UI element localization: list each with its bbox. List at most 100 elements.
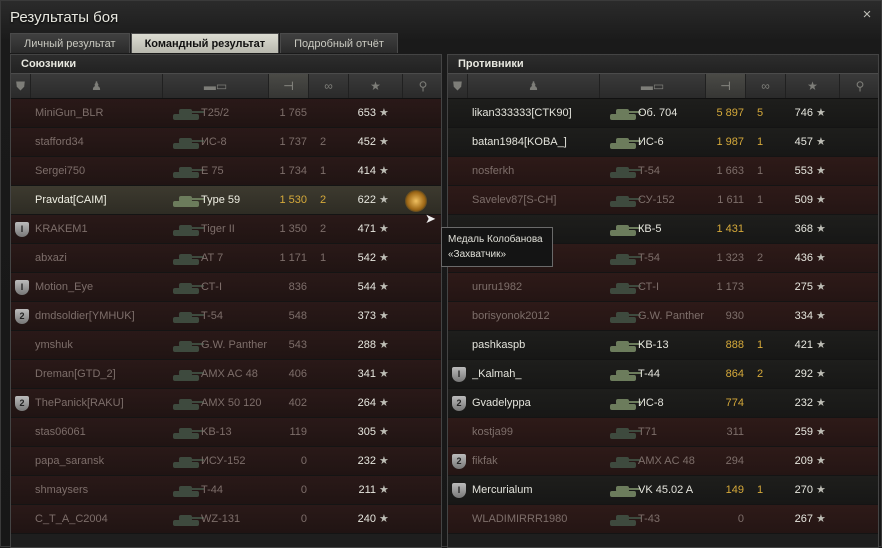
squad-badge-icon: 2 <box>452 454 466 469</box>
xp-value: 622 <box>357 194 376 206</box>
damage-icon[interactable]: ⊣ <box>269 74 309 98</box>
star-icon: ★ <box>379 252 389 264</box>
kills-value: 1 <box>319 252 327 264</box>
player-row[interactable]: shmaysers T-44 0 211 ★ <box>11 476 441 505</box>
tank-icon[interactable]: ▬▭ <box>600 74 706 98</box>
player-name: KRAKEM1 <box>35 223 88 235</box>
player-row[interactable]: papa_saransk ИСУ-152 0 232 ★ <box>11 447 441 476</box>
kills-value: 1 <box>756 484 764 496</box>
tank-icon <box>173 515 204 526</box>
kills-value: 2 <box>319 194 327 206</box>
squad-badge-icon: 2 <box>15 396 29 411</box>
tab-detailed-report[interactable]: Подробный отчёт <box>280 33 398 53</box>
tab-personal-result[interactable]: Личный результат <box>10 33 130 53</box>
player-row[interactable]: Sergei750 E 75 1 734 1 414 ★ <box>11 157 441 186</box>
damage-value: 543 <box>288 339 307 351</box>
player-row[interactable]: pashkaspb KB-13 888 1 421 ★ <box>448 331 878 360</box>
player-icon[interactable]: ♟ <box>468 74 600 98</box>
player-row[interactable]: Pravdat[CAIM] Type 59 1 530 2 622 ★ <box>11 186 441 215</box>
squad-icon[interactable]: ⛊ <box>11 74 31 98</box>
squad-badge-icon: 2 <box>15 309 29 324</box>
star-icon: ★ <box>816 397 826 409</box>
player-name: Motion_Eye <box>35 281 94 293</box>
star-icon: ★ <box>816 455 826 467</box>
player-row[interactable]: likan333333[CTK90] Об. 704 5 897 5 746 ★ <box>448 99 878 128</box>
player-row[interactable]: nosferkh T-54 1 663 1 553 ★ <box>448 157 878 186</box>
player-row[interactable]: kostja99 T71 311 259 ★ <box>448 418 878 447</box>
tank-icon[interactable]: ▬▭ <box>163 74 269 98</box>
kills-icon[interactable]: ∞ <box>309 74 349 98</box>
xp-star-icon[interactable]: ★ <box>786 74 840 98</box>
damage-value: 0 <box>737 513 744 525</box>
squad-badge-icon: I <box>452 367 466 382</box>
xp-value: 457 <box>794 136 813 148</box>
tank-icon <box>610 428 641 439</box>
tab-team-result[interactable]: Командный результат <box>130 33 280 53</box>
player-row[interactable]: Savelev87[S-CH] СУ-152 1 611 1 509 ★ <box>448 186 878 215</box>
medal-icon[interactable]: ⚲ <box>840 74 878 98</box>
player-row[interactable]: Dreman[GTD_2] AMX AC 48 406 341 ★ <box>11 360 441 389</box>
player-row[interactable]: abxazi AT 71 171 1 542 ★ <box>11 244 441 273</box>
medal-tooltip: Медаль Колобанова «Захватчик» <box>441 227 553 267</box>
damage-icon[interactable]: ⊣ <box>706 74 746 98</box>
tank-icon <box>610 486 641 497</box>
xp-value: 653 <box>357 107 376 119</box>
player-row[interactable]: I KRAKEM1 Tiger II 1 350 2 471 ★ <box>11 215 441 244</box>
close-button[interactable]: × <box>859 7 875 23</box>
damage-value: 774 <box>725 397 744 409</box>
player-row[interactable]: 2 fikfak AMX AC 48 294 209 ★ <box>448 447 878 476</box>
damage-value: 1 734 <box>279 165 307 177</box>
damage-value: 5 897 <box>716 107 744 119</box>
star-icon: ★ <box>816 513 826 525</box>
squad-icon[interactable]: ⛊ <box>448 74 468 98</box>
player-row[interactable]: batan1984[KOBA_] ИС-6 1 987 1 457 ★ <box>448 128 878 157</box>
player-row[interactable]: borisyonok2012 G.W. Panther 930 334 ★ <box>448 302 878 331</box>
damage-value: 406 <box>288 368 307 380</box>
squad-badge-icon: I <box>15 280 29 295</box>
player-row[interactable]: stas06061 KB-13 119 305 ★ <box>11 418 441 447</box>
battle-results-window: Результаты боя × Личный результат Команд… <box>0 0 882 548</box>
xp-value: 373 <box>357 310 376 322</box>
tank-icon <box>610 167 641 178</box>
star-icon: ★ <box>816 426 826 438</box>
tank-icon <box>173 196 204 207</box>
player-row[interactable]: MiniGun_BLR T25/2 1 765 653 ★ <box>11 99 441 128</box>
player-icon[interactable]: ♟ <box>31 74 163 98</box>
medal-icon[interactable]: ⚲ <box>403 74 441 98</box>
star-icon: ★ <box>379 310 389 322</box>
player-row[interactable]: I Mercurialum VK 45.02 A 149 1 270 ★ <box>448 476 878 505</box>
star-icon: ★ <box>816 339 826 351</box>
allies-column-header: ⛊ ♟ ▬▭ ⊣ ∞ ★ ⚲ <box>11 73 441 99</box>
damage-value: 548 <box>288 310 307 322</box>
kolobanov-medal-icon[interactable] <box>405 190 427 212</box>
player-name: C_T_A_C2004 <box>35 513 108 525</box>
player-name: nosferkh <box>472 165 515 177</box>
xp-value: 452 <box>357 136 376 148</box>
player-row[interactable]: 2 dmdsoldier[YMHUK] T-54 548 373 ★ <box>11 302 441 331</box>
player-row[interactable]: WLADIMIRRR1980 T-43 0 267 ★ <box>448 505 878 534</box>
player-row[interactable]: I _Kalmah_ T-44 864 2 292 ★ <box>448 360 878 389</box>
kills-value: 1 <box>756 165 764 177</box>
xp-star-icon[interactable]: ★ <box>349 74 403 98</box>
tank-icon <box>173 399 204 410</box>
player-row[interactable]: ymshuk G.W. Panther 543 288 ★ <box>11 331 441 360</box>
player-name: borisyonok2012 <box>472 310 550 322</box>
kills-icon[interactable]: ∞ <box>746 74 786 98</box>
xp-value: 305 <box>357 426 376 438</box>
player-row[interactable]: 2 Gvadelyppa ИС-8 774 232 ★ <box>448 389 878 418</box>
player-row[interactable]: ururu1982 СТ-I 1 173 275 ★ <box>448 273 878 302</box>
star-icon: ★ <box>379 426 389 438</box>
player-name: Pravdat[CAIM] <box>35 194 107 206</box>
star-icon: ★ <box>379 368 389 380</box>
tank-icon <box>173 486 204 497</box>
xp-value: 421 <box>794 339 813 351</box>
player-row[interactable]: C_T_A_C2004 WZ-131 0 240 ★ <box>11 505 441 534</box>
xp-value: 267 <box>794 513 813 525</box>
tank-icon <box>610 254 641 265</box>
xp-value: 471 <box>357 223 376 235</box>
star-icon: ★ <box>379 397 389 409</box>
player-row[interactable]: 2 ThePanick[RAKU] AMX 50 120 402 264 ★ <box>11 389 441 418</box>
player-name: stas06061 <box>35 426 86 438</box>
player-row[interactable]: stafford34 ИС-8 1 737 2 452 ★ <box>11 128 441 157</box>
player-row[interactable]: I Motion_Eye СТ-I 836 544 ★ <box>11 273 441 302</box>
